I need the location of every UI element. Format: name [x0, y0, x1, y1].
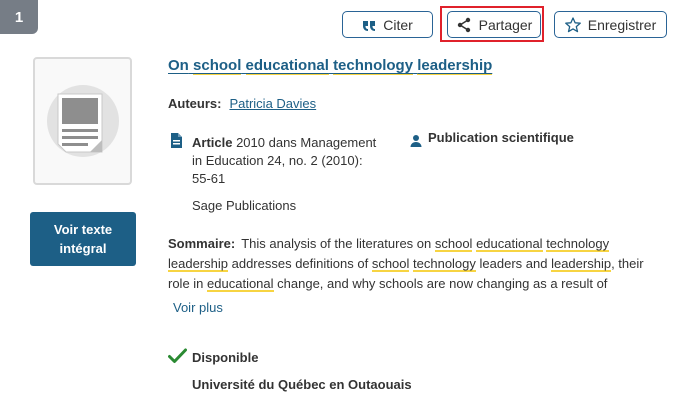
document-thumbnail[interactable] — [33, 57, 132, 185]
focus-highlight — [440, 6, 544, 42]
library-name: Université du Québec en Outaouais — [192, 377, 412, 392]
title-word-highlighted: educational — [245, 57, 329, 75]
result-title-link[interactable]: On school educational technology leaders… — [168, 57, 493, 75]
save-label: Enregistrer — [587, 16, 657, 33]
star-icon — [564, 16, 581, 33]
authors-row: Auteurs: Patricia Davies — [168, 96, 316, 111]
title-word-highlighted: technology — [333, 57, 414, 75]
authors-label: Auteurs: — [168, 96, 222, 111]
summary: Sommaire: This analysis of the literature… — [168, 236, 644, 292]
author-link[interactable]: Patricia Davies — [229, 96, 316, 111]
person-icon — [410, 134, 422, 153]
summary-label: Sommaire: — [168, 236, 236, 251]
search-result-card: 1 Citer Partager Enregistrer Voir texte … — [0, 0, 676, 401]
title-word: On — [168, 57, 189, 74]
article-type-label: Article — [192, 135, 233, 150]
cite-label: Citer — [383, 16, 413, 33]
title-word-highlighted: leadership — [417, 57, 493, 75]
cite-button[interactable]: Citer — [342, 11, 433, 38]
show-more-link[interactable]: Voir plus — [173, 300, 223, 315]
article-details: Article 2010 dans Management in Educatio… — [192, 134, 382, 188]
view-fulltext-line2: intégral — [59, 241, 107, 256]
result-number-badge: 1 — [0, 0, 38, 34]
publisher: Sage Publications — [192, 198, 297, 213]
document-icon — [46, 85, 119, 157]
view-fulltext-line1: Voir texte — [53, 222, 113, 237]
title-word-highlighted: school — [193, 57, 242, 75]
view-fulltext-button[interactable]: Voir texte intégral — [30, 212, 136, 266]
checkmark-icon — [168, 348, 187, 369]
availability-status: Disponible — [192, 350, 259, 365]
publication-type: Publication scientifique — [428, 130, 574, 145]
article-icon — [170, 132, 183, 154]
save-button[interactable]: Enregistrer — [554, 11, 667, 38]
quote-icon — [362, 19, 376, 31]
